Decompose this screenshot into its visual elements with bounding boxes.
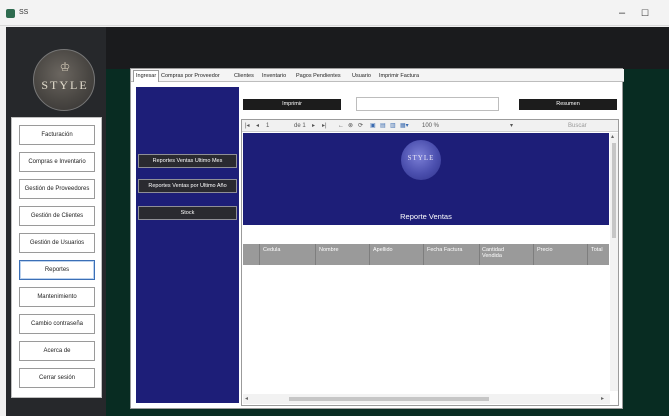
next-page-icon[interactable]: ▸ xyxy=(312,122,315,130)
menu-item-cambio-contrasena[interactable]: Cambio contraseña xyxy=(19,314,95,334)
menu-item-compras-inventario[interactable]: Compras e Inventario xyxy=(19,152,95,172)
tab-clientes[interactable]: Clientes xyxy=(234,71,254,81)
page-total-label: de 1 xyxy=(294,123,306,129)
sidebar: ♔ STYLE Facturación Compras e Inventario… xyxy=(6,27,106,416)
brand-logo: ♔ STYLE xyxy=(33,49,95,111)
scroll-right-icon[interactable]: ▸ xyxy=(601,395,604,402)
minimize-button[interactable]: – xyxy=(614,5,630,21)
first-page-icon[interactable]: |◂ xyxy=(245,122,250,130)
vertical-scroll-thumb[interactable] xyxy=(612,143,616,238)
refresh-icon[interactable]: ⟳ xyxy=(358,122,363,130)
column-divider xyxy=(423,244,424,265)
menu-item-gestion-usuarios[interactable]: Gestión de Usuarios xyxy=(19,233,95,253)
column-divider xyxy=(369,244,370,265)
report-ventas-ultimo-ano-button[interactable]: Reportes Ventas por Ultimo Año xyxy=(138,179,237,193)
viewer-toolbar: |◂ ◂ 1 de 1 ▸ ▸| ← ⊗ ⟳ ▣ ▤ ▥ ▦▾ 100 % ▾ … xyxy=(242,120,618,132)
tab-pagos-pendientes[interactable]: Pagos Pendientes xyxy=(296,71,341,81)
menu-item-mantenimiento[interactable]: Mantenimiento xyxy=(19,287,95,307)
column-divider xyxy=(315,244,316,265)
tab-ingresar[interactable]: Ingresar xyxy=(133,70,160,82)
stop-icon[interactable]: ⊗ xyxy=(348,122,353,130)
resumen-button[interactable]: Resumen xyxy=(519,99,617,110)
top-band xyxy=(106,27,669,69)
tab-usuario[interactable]: Usuario xyxy=(352,71,371,81)
column-divider xyxy=(479,244,480,265)
report-list: Reportes Ventas Ultimo Mes Reportes Vent… xyxy=(136,87,239,403)
print-layout-icon[interactable]: ▤ xyxy=(380,122,386,130)
tab-strip: Ingresar Compras por Proveedor Clientes … xyxy=(131,69,624,82)
scroll-up-icon[interactable]: ▴ xyxy=(611,133,614,140)
menu-item-cerrar-sesion[interactable]: Cerrar sesión xyxy=(19,368,95,388)
horizontal-scrollbar[interactable]: ◂ ▸ xyxy=(243,394,610,404)
report-title: Reporte Ventas xyxy=(400,212,452,221)
imprimir-button[interactable]: Imprimir xyxy=(243,99,341,110)
title-bar: SS – ☐ xyxy=(0,0,669,26)
zoom-select[interactable]: 100 % xyxy=(422,122,439,130)
table-header-row: Cedula Nombre Apellido Fecha Factura Can… xyxy=(243,244,609,265)
print-icon[interactable]: ▣ xyxy=(370,122,376,130)
search-input[interactable] xyxy=(356,97,499,111)
scroll-left-icon[interactable]: ◂ xyxy=(245,395,248,402)
find-input[interactable]: Buscar xyxy=(568,122,587,130)
column-divider xyxy=(533,244,534,265)
tab-compras-proveedor[interactable]: Compras por Proveedor xyxy=(161,71,220,81)
report-viewer: |◂ ◂ 1 de 1 ▸ ▸| ← ⊗ ⟳ ▣ ▤ ▥ ▦▾ 100 % ▾ … xyxy=(241,119,619,406)
page-current-field[interactable]: 1 xyxy=(266,122,269,130)
last-page-icon[interactable]: ▸| xyxy=(322,122,327,130)
menu-item-gestion-proveedores[interactable]: Gestión de Proveedores xyxy=(19,179,95,199)
export-icon[interactable]: ▦▾ xyxy=(400,122,409,130)
vertical-scrollbar[interactable]: ▴ xyxy=(610,133,618,391)
back-icon[interactable]: ← xyxy=(338,122,344,130)
column-apellido: Apellido xyxy=(373,247,393,253)
menu-item-gestion-clientes[interactable]: Gestión de Clientes xyxy=(19,206,95,226)
brand-logo-text: STYLE xyxy=(41,78,89,92)
column-cantidad-vendida: Cantidad Vendida xyxy=(482,247,505,259)
column-fecha-factura: Fecha Factura xyxy=(427,247,463,253)
report-logo: STYLE xyxy=(401,140,441,180)
tab-imprimir-factura[interactable]: Imprimir Factura xyxy=(379,71,419,81)
column-divider xyxy=(587,244,588,265)
prev-page-icon[interactable]: ◂ xyxy=(256,122,259,130)
report-ventas-ultimo-mes-button[interactable]: Reportes Ventas Ultimo Mes xyxy=(138,154,237,168)
column-divider xyxy=(259,244,260,265)
zoom-dropdown-icon[interactable]: ▾ xyxy=(510,122,513,130)
window-title: SS xyxy=(19,9,29,16)
column-total: Total xyxy=(591,247,603,253)
report-stock-button[interactable]: Stock xyxy=(138,206,237,220)
menu-item-acerca-de[interactable]: Acerca de xyxy=(19,341,95,361)
main-menu: Facturación Compras e Inventario Gestión… xyxy=(11,117,102,398)
app-icon xyxy=(6,9,15,18)
tab-inventario[interactable]: Inventario xyxy=(262,71,286,81)
menu-item-facturacion[interactable]: Facturación xyxy=(19,125,95,145)
column-nombre: Nombre xyxy=(319,247,339,253)
report-header: STYLE Reporte Ventas xyxy=(243,133,609,225)
menu-item-reportes[interactable]: Reportes xyxy=(19,260,95,280)
crest-icon: ♔ xyxy=(59,60,71,74)
maximize-button[interactable]: ☐ xyxy=(637,5,653,21)
column-cedula: Cedula xyxy=(263,247,281,253)
page-setup-icon[interactable]: ▥ xyxy=(390,122,396,130)
report-logo-text: STYLE xyxy=(407,154,435,162)
horizontal-scroll-thumb[interactable] xyxy=(289,397,489,401)
column-precio: Precio xyxy=(537,247,553,253)
app-window: ♔ STYLE Facturación Compras e Inventario… xyxy=(6,27,669,416)
reports-panel: Ingresar Compras por Proveedor Clientes … xyxy=(130,68,624,409)
